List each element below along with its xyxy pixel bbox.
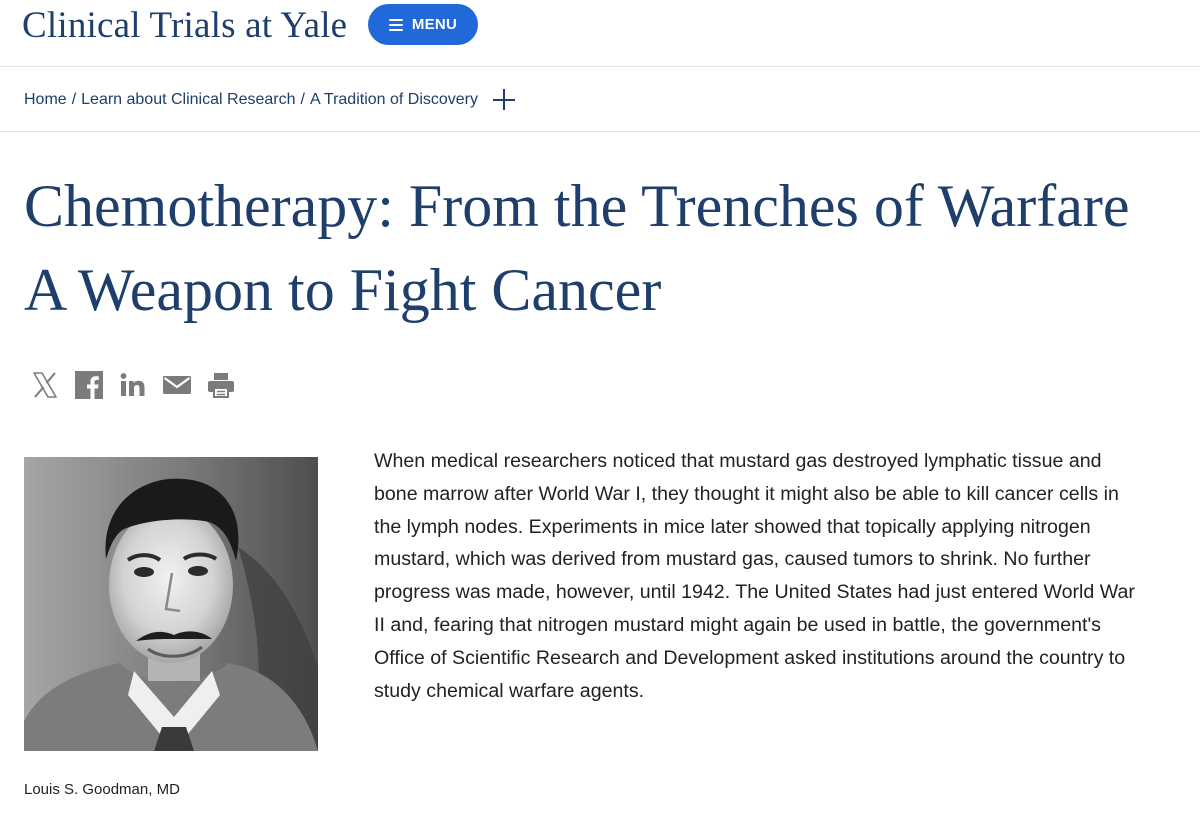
breadcrumb-home[interactable]: Home <box>24 91 67 109</box>
breadcrumb: Home / Learn about Clinical Research / A… <box>24 87 517 113</box>
linkedin-icon[interactable] <box>118 370 148 400</box>
article-body-paragraph: When medical researchers noticed that mu… <box>374 450 1135 702</box>
menu-label: MENU <box>411 16 458 33</box>
breadcrumb-divider <box>0 131 1200 132</box>
email-icon[interactable] <box>162 370 192 400</box>
portrait-photo <box>24 457 318 751</box>
site-header: Clinical Trials at Yale MENU <box>0 0 1200 66</box>
breadcrumb-separator: / <box>300 91 305 108</box>
site-title[interactable]: Clinical Trials at Yale <box>22 4 347 47</box>
facebook-icon[interactable] <box>74 370 104 400</box>
breadcrumb-learn-about-clinical-research[interactable]: Learn about Clinical Research <box>81 91 295 109</box>
page-title: Chemotherapy: From the Trenches of Warfa… <box>24 173 1130 323</box>
image-caption: Louis S. Goodman, MD <box>24 781 180 798</box>
print-icon[interactable] <box>206 370 236 400</box>
breadcrumb-tradition-of-discovery[interactable]: A Tradition of Discovery <box>310 91 478 109</box>
share-toolbar <box>30 370 236 400</box>
breadcrumb-separator: / <box>71 91 77 108</box>
x-icon[interactable] <box>30 370 60 400</box>
expand-plus-icon[interactable] <box>491 87 517 113</box>
menu-button[interactable]: MENU <box>368 4 478 45</box>
hamburger-icon <box>388 18 403 31</box>
